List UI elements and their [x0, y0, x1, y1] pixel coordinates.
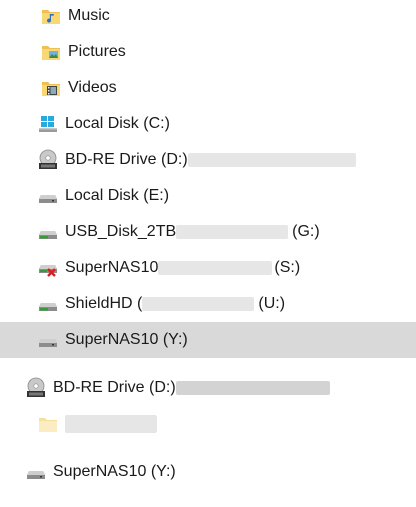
redacted-label-region: [175, 381, 330, 395]
disconnected-network-drive-icon: [37, 258, 59, 278]
drive-letter: (G:): [292, 223, 320, 240]
redacted-label-region: [158, 261, 273, 275]
network-drive-icon: [37, 294, 59, 314]
nav-item-shieldhd-u[interactable]: ShieldHD ( (U:): [0, 286, 416, 322]
nav-item-supernas10-y[interactable]: SuperNAS10 (Y:): [0, 322, 416, 358]
nav-item-pictures[interactable]: Pictures: [0, 34, 416, 70]
nav-item-music[interactable]: Music: [0, 0, 416, 34]
nav-item-label: Music: [68, 7, 110, 24]
nav-item-supernas10-s[interactable]: SuperNAS10 (S:): [0, 250, 416, 286]
drive-letter: (U:): [258, 295, 286, 312]
windows-drive-icon: [37, 114, 59, 134]
nav-item-label: ShieldHD (: [65, 295, 143, 312]
nav-item-label: Videos: [68, 79, 117, 96]
nav-item-label: SuperNAS10: [65, 259, 159, 276]
nav-item-label: Local Disk (E:): [65, 187, 170, 204]
redacted-label-region: [142, 297, 255, 311]
nav-item-local-disk-c[interactable]: Local Disk (C:): [0, 106, 416, 142]
nav-item-label: SuperNAS10 (Y:): [65, 331, 188, 348]
usb-drive-icon: [37, 222, 59, 242]
nav-item-bd-re-drive-d[interactable]: BD-RE Drive (D:): [0, 142, 416, 178]
network-drive-icon: [37, 330, 59, 350]
nav-item-label: Local Disk (C:): [65, 115, 170, 132]
drag-item-folder: [0, 406, 416, 442]
videos-folder-icon: [40, 78, 62, 98]
nav-item-label: USB_Disk_2TB: [65, 223, 177, 240]
navigation-pane: Music Pictures Videos Local Disk (C:) BD…: [0, 0, 416, 507]
nav-item-label: BD-RE Drive (D:): [65, 151, 188, 168]
bluray-drive-icon: [37, 149, 59, 170]
drag-item-supernas10-y: SuperNAS10 (Y:): [0, 454, 416, 490]
nav-item-videos[interactable]: Videos: [0, 70, 416, 106]
drag-item-bd-re-drive-d: BD-RE Drive (D:): [0, 370, 416, 406]
nav-item-usb-disk-g[interactable]: USB_Disk_2TB (G:): [0, 214, 416, 250]
nav-item-label: Pictures: [68, 43, 126, 60]
pictures-folder-icon: [40, 42, 62, 62]
redacted-label-region: [65, 415, 157, 433]
redacted-label-region: [187, 153, 356, 167]
redacted-label-region: [176, 225, 289, 239]
hard-drive-icon: [37, 186, 59, 206]
nav-item-local-disk-e[interactable]: Local Disk (E:): [0, 178, 416, 214]
drag-item-label: SuperNAS10 (Y:): [53, 463, 176, 480]
drag-item-label: BD-RE Drive (D:): [53, 379, 176, 396]
drive-letter: (S:): [274, 259, 301, 276]
bluray-drive-icon: [25, 377, 47, 398]
network-drive-icon: [25, 462, 47, 482]
music-folder-icon: [40, 6, 62, 26]
folder-icon: [37, 414, 59, 434]
